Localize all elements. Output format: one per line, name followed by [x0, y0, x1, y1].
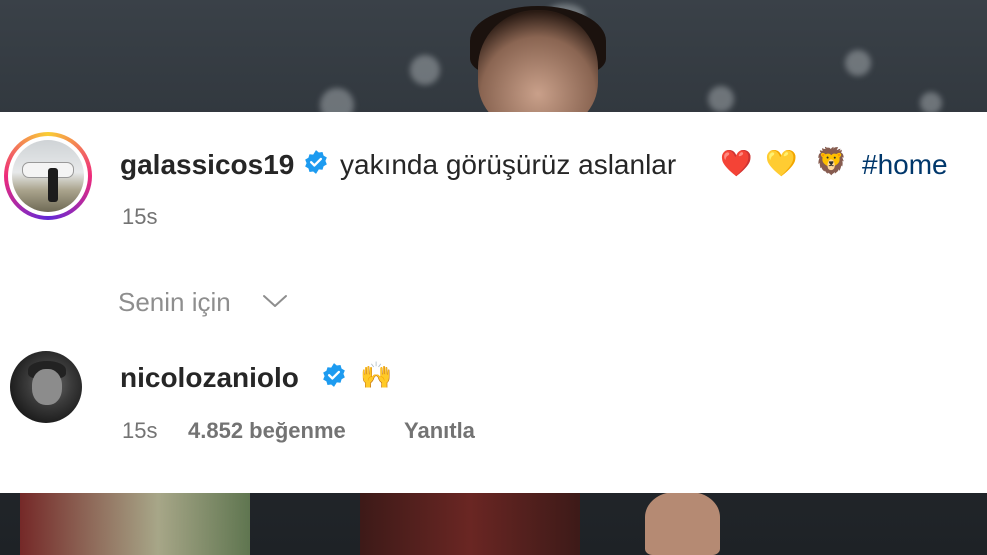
verified-badge-icon: [323, 363, 345, 387]
yellow-heart-emoji: 💛: [765, 148, 798, 178]
avatar[interactable]: [10, 351, 82, 423]
sort-filter-label[interactable]: Senin için: [118, 287, 231, 318]
comment-time: 15s: [122, 204, 158, 229]
comment-text: yakında görüşürüz aslanlar: [340, 149, 677, 180]
verified-badge-icon: [305, 150, 327, 174]
raising-hands-emoji: 🙌: [360, 360, 393, 390]
red-heart-emoji: ❤️: [720, 148, 753, 178]
chevron-down-icon[interactable]: [262, 293, 288, 309]
reply-button[interactable]: Yanıtla: [404, 418, 475, 444]
comments-panel: galassicos19 yakında görüşürüz aslanlar …: [0, 112, 987, 493]
lion-emoji: 🦁: [815, 146, 848, 176]
hashtag-link[interactable]: #home: [862, 149, 948, 181]
avatar-story-ring[interactable]: [4, 132, 92, 220]
like-count[interactable]: 4.852 beğenme: [188, 418, 346, 444]
avatar: [12, 140, 84, 212]
comment-username[interactable]: nicolozaniolo: [120, 362, 299, 394]
comment-username[interactable]: galassicos19: [120, 149, 294, 181]
comment-time: 15s: [122, 418, 158, 443]
